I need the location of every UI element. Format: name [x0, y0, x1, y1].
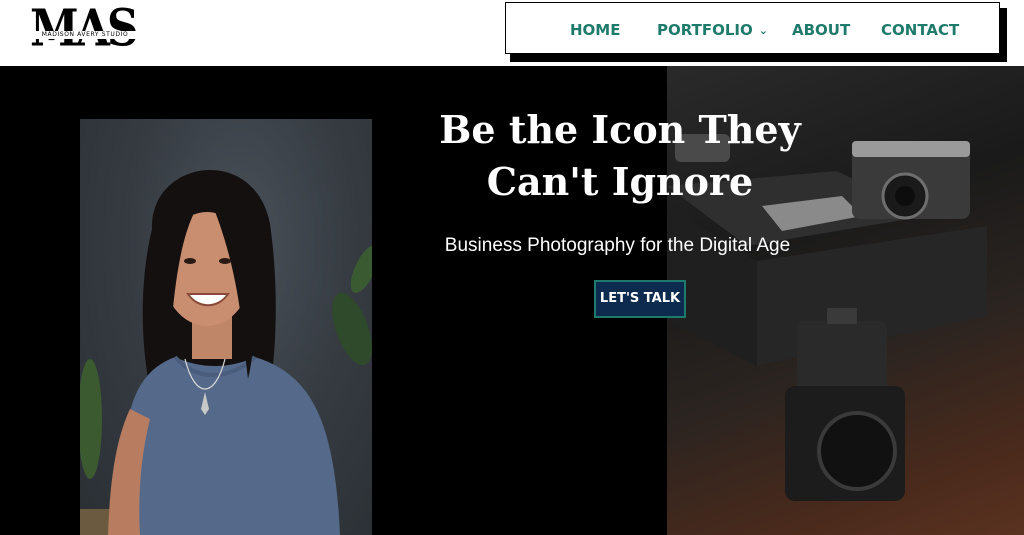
nav-item-label: CONTACT — [881, 21, 960, 39]
hero-section: Be the Icon They Can't Ignore Business P… — [0, 66, 1024, 535]
nav-item-portfolio[interactable]: PORTFOLIO ⌄ — [657, 21, 768, 40]
plant-leaf — [80, 359, 102, 479]
logo-wordmark: MAS — [30, 0, 139, 59]
hero-title: Be the Icon They Can't Ignore — [439, 107, 801, 204]
nav-item-contact[interactable]: CONTACT — [881, 21, 959, 39]
nav-item-label: PORTFOLIO — [657, 21, 753, 39]
site-logo[interactable]: MAS MADISON AVERY STUDIO — [30, 0, 139, 59]
nav-item-label: HOME — [570, 21, 621, 39]
nav-item-about[interactable]: ABOUT — [792, 21, 850, 39]
plant-leaf — [332, 292, 372, 366]
nav-item-label: ABOUT — [792, 21, 851, 39]
blue-shirt — [120, 357, 340, 535]
camera-lens-glass — [895, 186, 915, 206]
hero-subtitle: Business Photography for the Digital Age — [444, 235, 791, 256]
main-nav: HOME PORTFOLIO ⌄ ABOUT CONTACT — [505, 2, 1000, 54]
eye — [219, 258, 231, 264]
medium-format-lens — [817, 411, 897, 491]
viewfinder — [827, 308, 857, 324]
portrait-image — [80, 119, 372, 535]
eye — [184, 258, 196, 264]
camera-top-plate — [852, 141, 970, 157]
site-header: MAS MADISON AVERY STUDIO HOME PORTFOLIO ⌄… — [0, 0, 1024, 66]
lets-talk-button[interactable]: LET'S TALK — [594, 280, 686, 318]
logo-tagline: MADISON AVERY STUDIO — [32, 31, 138, 39]
plant-leaf — [350, 245, 372, 293]
medium-format-camera — [797, 321, 887, 391]
page: MAS MADISON AVERY STUDIO HOME PORTFOLIO ⌄… — [0, 0, 1024, 535]
chevron-down-icon: ⌄ — [758, 24, 768, 37]
nav-item-home[interactable]: HOME — [570, 21, 620, 39]
portrait-illustration — [80, 170, 372, 535]
